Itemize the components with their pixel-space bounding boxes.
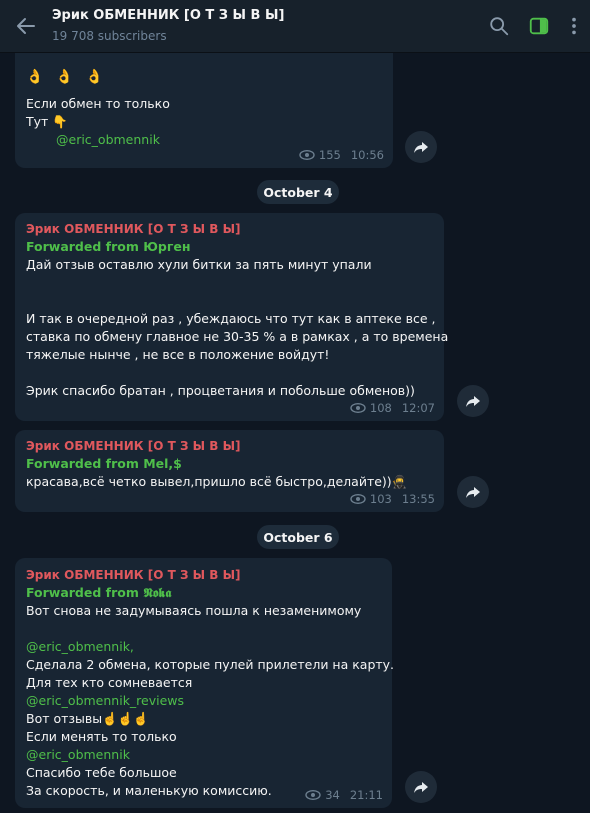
emoji-row: 👌 👌 👌 [26, 69, 108, 85]
channel-link[interactable]: @eric_obmennik [26, 746, 130, 764]
message-line: Сделала 2 обмена, которые пулей прилетел… [26, 657, 395, 672]
share-button[interactable] [405, 131, 437, 163]
forwarded-from[interactable]: Forwarded from Mel,$ [26, 455, 182, 473]
forwarded-from[interactable]: Forwarded from Юрген [26, 238, 191, 256]
share-arrow-icon [414, 142, 428, 153]
message-time: 12:07 [401, 401, 435, 415]
date-separator: October 4 [257, 180, 339, 204]
message-line: Для тех кто сомневается [26, 675, 193, 690]
message-feed[interactable]: 👌 👌 👌 Если обмен то только Тут 👇 @eric_o… [0, 53, 590, 813]
message-time: 10:56 [350, 148, 384, 162]
sender-name[interactable]: Эрик ОБМЕННИК [О Т З Ы В Ы] [26, 220, 241, 238]
channel-title[interactable]: Эрик ОБМЕННИК [О Т З Ы В Ы] [52, 8, 284, 23]
message-line: ставка по обмену главное не 30-35 % а в … [26, 329, 449, 344]
message-bubble: Эрик ОБМЕННИК [О Т З Ы В Ы] Forwarded fr… [15, 430, 444, 512]
chat-header: Эрик ОБМЕННИК [О Т З Ы В Ы] 19 708 subsc… [0, 0, 590, 53]
message-line: Если обмен то только [26, 96, 170, 111]
message-line: Дай отзыв оставлю хули битки за пять мин… [26, 257, 372, 272]
message-line: За скорость, и маленькую комиссию. [26, 783, 272, 798]
channel-link[interactable]: @eric_obmennik, [26, 638, 134, 656]
share-button[interactable] [405, 771, 437, 803]
message-meta: 34 21:11 [305, 786, 383, 804]
sender-name[interactable]: Эрик ОБМЕННИК [О Т З Ы В Ы] [26, 566, 241, 584]
message-bubble: 👌 👌 👌 Если обмен то только Тут 👇 @eric_o… [15, 53, 393, 168]
message-bubble: Эрик ОБМЕННИК [О Т З Ы В Ы] Forwarded fr… [15, 213, 448, 421]
message-line: Спасибо тебе большое [26, 765, 177, 780]
sender-name[interactable]: Эрик ОБМЕННИК [О Т З Ы В Ы] [26, 437, 241, 455]
share-arrow-icon [414, 782, 428, 793]
message-meta: 103 13:55 [350, 490, 435, 508]
view-count: 34 [325, 788, 340, 802]
back-arrow-icon[interactable] [14, 14, 38, 38]
views-icon [305, 790, 321, 800]
views-icon [299, 150, 315, 160]
message-line: Тут 👇 [26, 114, 68, 129]
share-arrow-icon [466, 487, 480, 498]
message-time: 13:55 [401, 492, 435, 506]
message-bubble: Эрик ОБМЕННИК [О Т З Ы В Ы] Forwarded fr… [15, 558, 395, 808]
share-arrow-icon [466, 396, 480, 407]
message-line: красава,всё четко вывел,пришло всё быстр… [26, 474, 408, 489]
subscriber-count: 19 708 subscribers [52, 29, 167, 43]
message-line: И так в очередной раз , убеждаюсь что ту… [26, 311, 436, 326]
forwarded-from[interactable]: Forwarded from 𝕹𝖔𝖐𝖆 [26, 584, 171, 602]
views-icon [350, 403, 366, 413]
channel-link[interactable]: @eric_obmennik [56, 131, 160, 149]
message-line: Если менять то только [26, 729, 177, 744]
share-button[interactable] [457, 385, 489, 417]
reviews-link[interactable]: @eric_obmennik_reviews [26, 692, 184, 710]
message-meta: 155 10:56 [299, 146, 384, 164]
message-line: Вот отзывы☝️☝️☝️ [26, 711, 149, 726]
share-button[interactable] [457, 476, 489, 508]
message-meta: 108 12:07 [350, 399, 435, 417]
view-count: 103 [369, 492, 392, 506]
date-separator: October 6 [257, 525, 339, 549]
message-line: тяжелые нынче , не все в положение войду… [26, 347, 330, 362]
sidebar-toggle-icon[interactable] [528, 15, 550, 37]
views-icon [350, 494, 366, 504]
message-time: 21:11 [349, 788, 383, 802]
message-line: Вот снова не задумываясь пошла к незамен… [26, 603, 362, 618]
search-icon[interactable] [488, 15, 510, 37]
message-line: Эрик спасибо братан , процветания и побо… [26, 383, 415, 398]
view-count: 108 [369, 401, 392, 415]
more-menu-icon[interactable] [563, 15, 585, 37]
view-count: 155 [318, 148, 341, 162]
